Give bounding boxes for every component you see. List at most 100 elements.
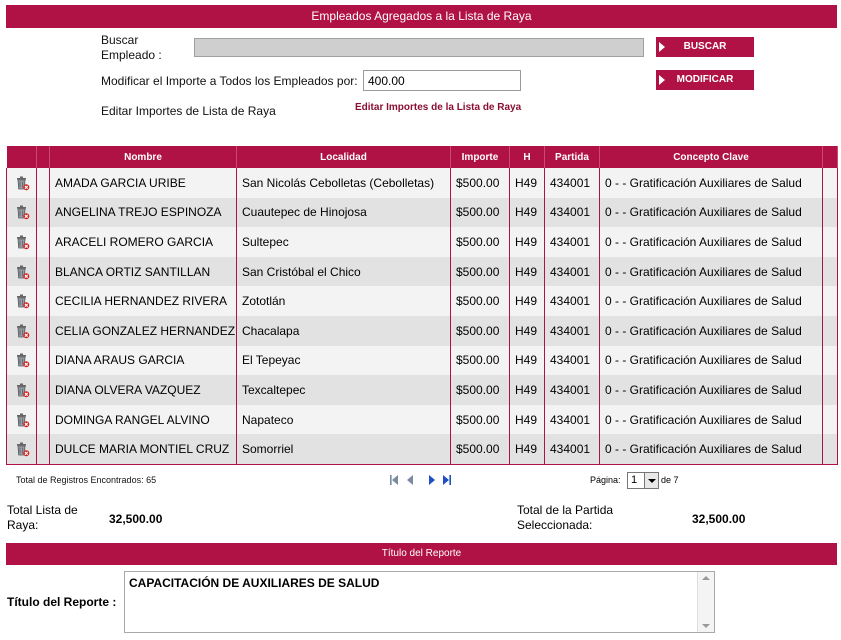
row-action-cell[interactable]: [6, 168, 37, 198]
row-action-cell[interactable]: [6, 404, 37, 435]
search-input[interactable]: [194, 38, 644, 57]
table-row[interactable]: DIANA OLVERA VAZQUEZ Texcaltepec $500.00 H4…: [6, 375, 838, 405]
trash-delete-icon[interactable]: [14, 323, 30, 339]
table-row[interactable]: BLANCA ORTIZ SANTILLAN San Cristóbal el C…: [6, 256, 838, 287]
col-h[interactable]: H: [509, 146, 545, 168]
cell-importe: $500.00: [450, 404, 510, 435]
chevron-down-icon: [644, 473, 658, 488]
cell-localidad: San Cristóbal el Chico: [236, 256, 451, 287]
table-row[interactable]: DIANA ARAUS GARCIA El Tepeyac $500.00 H49 43…: [6, 345, 838, 376]
row-end-cell: [822, 197, 838, 228]
row-action-cell[interactable]: [6, 345, 37, 376]
row-end-cell: [822, 256, 838, 287]
trash-delete-icon[interactable]: [14, 234, 30, 250]
cell-concepto: 0 - - Gratificación Auxiliares de Salud: [599, 168, 823, 198]
last-page-icon[interactable]: [442, 474, 452, 486]
cell-concepto: 0 - - Gratificación Auxiliares de Salud: [599, 434, 823, 465]
page-select[interactable]: 1: [627, 472, 659, 489]
cell-nombre: DIANA ARAUS GARCIA: [49, 345, 237, 376]
cell-importe: $500.00: [450, 345, 510, 376]
scroll-down-icon[interactable]: [702, 624, 710, 628]
page-count: de 7: [661, 475, 679, 485]
row-spacer-cell: [36, 256, 50, 287]
row-end-cell: [822, 345, 838, 376]
col-importe[interactable]: Importe: [450, 146, 510, 168]
col-localidad[interactable]: Localidad: [236, 146, 451, 168]
total-partida-value: 32,500.00: [692, 512, 746, 526]
cell-h: H49: [509, 345, 545, 376]
cell-nombre: DIANA OLVERA VAZQUEZ: [49, 375, 237, 405]
prev-page-icon[interactable]: [405, 474, 415, 486]
trash-delete-icon[interactable]: [14, 264, 30, 280]
cell-importe: $500.00: [450, 256, 510, 287]
table-row[interactable]: DULCE MARIA MONTIEL CRUZ Somorriel $500.00…: [6, 434, 838, 465]
col-concepto[interactable]: Concepto Clave: [599, 146, 823, 168]
row-spacer-cell: [36, 286, 50, 316]
cell-nombre: ARACELI ROMERO GARCIA: [49, 227, 237, 257]
row-action-cell[interactable]: [6, 197, 37, 228]
cell-partida: 434001: [544, 345, 600, 376]
cell-partida: 434001: [544, 404, 600, 435]
table-row[interactable]: CECILIA HERNANDEZ RIVERA Zototlán $500.00 H…: [6, 286, 838, 316]
amount-input[interactable]: [363, 70, 521, 91]
row-action-cell[interactable]: [6, 227, 37, 257]
trash-delete-icon[interactable]: [14, 441, 30, 457]
next-page-icon[interactable]: [427, 474, 437, 486]
row-action-cell[interactable]: [6, 315, 37, 346]
arrow-right-icon: [659, 75, 665, 85]
search-button-label: BUSCAR: [683, 41, 727, 52]
cell-nombre: BLANCA ORTIZ SANTILLAN: [49, 256, 237, 287]
col-partida[interactable]: Partida: [544, 146, 600, 168]
modify-button-label: MODIFICAR: [676, 74, 734, 85]
row-spacer-cell: [36, 227, 50, 257]
cell-nombre: ANGELINA TREJO ESPINOZA: [49, 197, 237, 228]
table-row[interactable]: ANGELINA TREJO ESPINOZA Cuautepec de Hino…: [6, 197, 838, 228]
scroll-up-icon[interactable]: [702, 576, 710, 580]
trash-delete-icon[interactable]: [14, 382, 30, 398]
cell-concepto: 0 - - Gratificación Auxiliares de Salud: [599, 375, 823, 405]
cell-localidad: Texcaltepec: [236, 375, 451, 405]
cell-partida: 434001: [544, 197, 600, 228]
cell-importe: $500.00: [450, 197, 510, 228]
report-title-textarea[interactable]: CAPACITACIÓN DE AUXILIARES DE SALUD: [124, 571, 715, 633]
search-button[interactable]: BUSCAR: [656, 37, 754, 57]
cell-localidad: Somorriel: [236, 434, 451, 465]
row-spacer-cell: [36, 375, 50, 405]
modify-label: Modificar el Importe a Todos los Emplead…: [101, 74, 358, 88]
edit-amounts-link[interactable]: Editar Importes de la Lista de Raya: [355, 102, 521, 113]
row-action-cell[interactable]: [6, 375, 37, 405]
trash-delete-icon[interactable]: [14, 293, 30, 309]
cell-nombre: DULCE MARIA MONTIEL CRUZ: [49, 434, 237, 465]
table-row[interactable]: ARACELI ROMERO GARCIA Sultepec $500.00 H49 4…: [6, 227, 838, 257]
modify-button[interactable]: MODIFICAR: [656, 70, 754, 90]
cell-concepto: 0 - - Gratificación Auxiliares de Salud: [599, 197, 823, 228]
col-spacer: [36, 146, 50, 168]
cell-nombre: DOMINGA RANGEL ALVINO: [49, 404, 237, 435]
trash-delete-icon[interactable]: [14, 204, 30, 220]
row-action-cell[interactable]: [6, 286, 37, 316]
row-action-cell[interactable]: [6, 256, 37, 287]
first-page-icon[interactable]: [389, 474, 399, 486]
row-action-cell[interactable]: [6, 434, 37, 465]
page-title: Empleados Agregados a la Lista de Raya: [311, 9, 532, 23]
col-nombre[interactable]: Nombre: [49, 146, 237, 168]
cell-importe: $500.00: [450, 168, 510, 198]
cell-nombre: AMADA GARCIA URIBE: [49, 168, 237, 198]
table-row[interactable]: CELIA GONZALEZ HERNANDEZ Chacalapa $500.00…: [6, 315, 838, 346]
cell-nombre: CECILIA HERNANDEZ RIVERA: [49, 286, 237, 316]
table-row[interactable]: DOMINGA RANGEL ALVINO Napateco $500.00 H49 4…: [6, 404, 838, 435]
arrow-right-icon: [659, 42, 665, 52]
cell-partida: 434001: [544, 315, 600, 346]
cell-concepto: 0 - - Gratificación Auxiliares de Salud: [599, 286, 823, 316]
cell-concepto: 0 - - Gratificación Auxiliares de Salud: [599, 315, 823, 346]
col-end: [822, 146, 838, 168]
trash-delete-icon[interactable]: [14, 175, 30, 191]
row-spacer-cell: [36, 434, 50, 465]
trash-delete-icon[interactable]: [14, 412, 30, 428]
textarea-scrollbar[interactable]: [697, 572, 714, 632]
trash-delete-icon[interactable]: [14, 352, 30, 368]
page-label: Página:: [590, 475, 621, 485]
row-end-cell: [822, 168, 838, 198]
cell-h: H49: [509, 168, 545, 198]
table-row[interactable]: AMADA GARCIA URIBE San Nicolás Cebolletas…: [6, 168, 838, 198]
